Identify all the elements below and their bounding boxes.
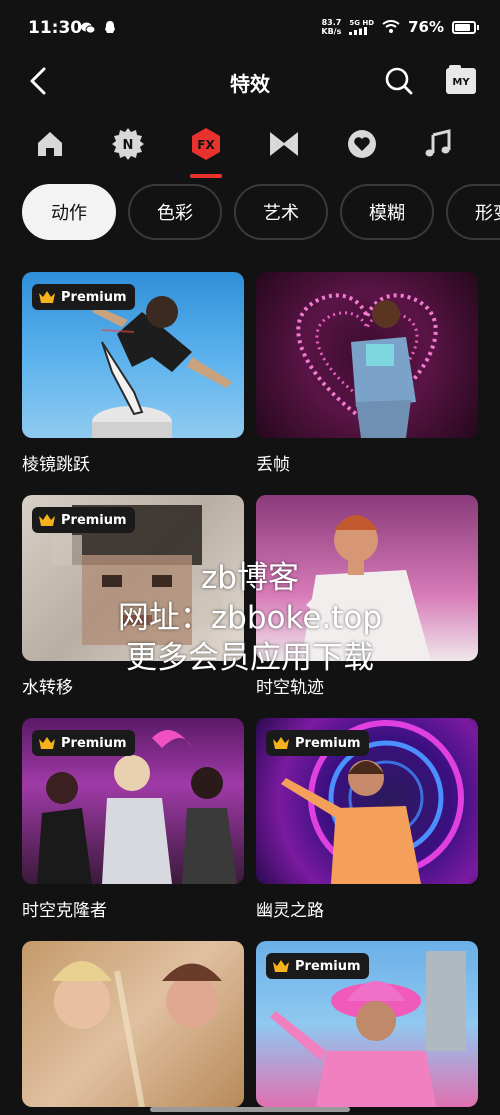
effect-thumbnail: Premium	[256, 718, 478, 884]
watermark-line-2: 网址：zbboke.top	[117, 600, 383, 636]
new-badge-letter: N	[123, 138, 134, 153]
filter-chips: 动作 色彩 艺术 模糊 形变	[0, 184, 500, 240]
search-icon	[385, 67, 413, 95]
wechat-icon	[80, 20, 96, 36]
premium-badge: Premium	[32, 507, 135, 533]
heart-icon	[348, 130, 376, 158]
tab-new[interactable]: N	[108, 124, 148, 164]
dancer-preview-image	[296, 293, 438, 438]
battery-percent: 76%	[408, 18, 444, 36]
watermark-line-3: 更多会员应用下载	[126, 640, 374, 676]
music-note-icon	[425, 129, 451, 157]
crown-icon	[273, 960, 289, 972]
effect-thumbnail: Premium	[22, 272, 244, 438]
effect-thumbnail: Premium	[256, 941, 478, 1107]
fx-letters: FX	[197, 138, 215, 152]
chip-deform[interactable]: 形变	[446, 184, 500, 240]
premium-badge: Premium	[32, 284, 135, 310]
effect-thumbnail: Premium	[22, 718, 244, 884]
crown-icon	[39, 737, 55, 749]
premium-label: Premium	[61, 735, 127, 751]
chip-blur[interactable]: 模糊	[340, 184, 434, 240]
tab-music[interactable]	[418, 124, 458, 164]
my-folder-button[interactable]: MY	[446, 65, 476, 94]
chip-color[interactable]: 色彩	[128, 184, 222, 240]
network-type: 5G HD	[349, 18, 375, 27]
tab-fx[interactable]: FX	[186, 124, 226, 164]
premium-label: Premium	[61, 289, 127, 305]
network-speed: 83.7 KB/s	[321, 18, 341, 36]
speed-unit: KB/s	[321, 27, 342, 36]
effect-thumbnail	[22, 941, 244, 1107]
crown-icon	[39, 291, 55, 303]
effect-thumbnail	[256, 272, 478, 438]
effect-label: 丢帧	[256, 455, 290, 475]
home-indicator[interactable]	[150, 1107, 350, 1112]
page-title: 特效	[230, 72, 270, 96]
signal-bars-icon	[349, 26, 368, 35]
premium-badge: Premium	[266, 730, 369, 756]
tab-home[interactable]	[30, 124, 70, 164]
clock: 11:30	[28, 18, 83, 38]
transition-bowtie-icon	[270, 132, 298, 156]
wifi-icon	[382, 20, 400, 33]
cell-signal: 5G HD	[349, 18, 375, 35]
effect-card[interactable]	[22, 941, 244, 1115]
effect-label: 幽灵之路	[256, 901, 324, 921]
battery-icon	[452, 20, 479, 34]
crown-icon	[39, 514, 55, 526]
glitch-portrait-preview-image	[52, 961, 222, 1107]
effect-card[interactable]: Premium 幽灵之路	[256, 718, 478, 921]
watermark-line-1: zb博客	[201, 560, 299, 596]
status-bar: 11:30 83.7 KB/s 5G HD 76%	[0, 0, 500, 60]
notification-icons	[80, 20, 118, 36]
search-button[interactable]	[384, 66, 414, 96]
chip-art[interactable]: 艺术	[234, 184, 328, 240]
effect-card[interactable]: Premium 棱镜跳跃	[22, 272, 244, 475]
chip-action[interactable]: 动作	[22, 184, 116, 240]
fx-icon: FX	[192, 128, 220, 160]
home-icon	[38, 132, 62, 156]
tab-favorites[interactable]	[342, 124, 382, 164]
qq-icon	[102, 20, 118, 36]
speed-value: 83.7	[321, 18, 342, 27]
premium-label: Premium	[295, 735, 361, 751]
new-badge-icon: N	[112, 128, 144, 160]
effect-label: 时空克隆者	[22, 901, 107, 921]
effect-label: 棱镜跳跃	[22, 455, 90, 475]
tab-transitions[interactable]	[264, 124, 304, 164]
crown-icon	[273, 737, 289, 749]
effect-card[interactable]: 丢帧	[256, 272, 478, 475]
effect-card[interactable]: Premium 时空克隆者	[22, 718, 244, 921]
premium-badge: Premium	[266, 953, 369, 979]
premium-label: Premium	[295, 958, 361, 974]
category-tab-bar: N FX	[0, 118, 500, 180]
effect-card[interactable]: Premium	[256, 941, 478, 1115]
active-tab-indicator	[190, 174, 222, 178]
premium-badge: Premium	[32, 730, 135, 756]
top-app-bar: 特效 MY	[0, 58, 500, 104]
premium-label: Premium	[61, 512, 127, 528]
